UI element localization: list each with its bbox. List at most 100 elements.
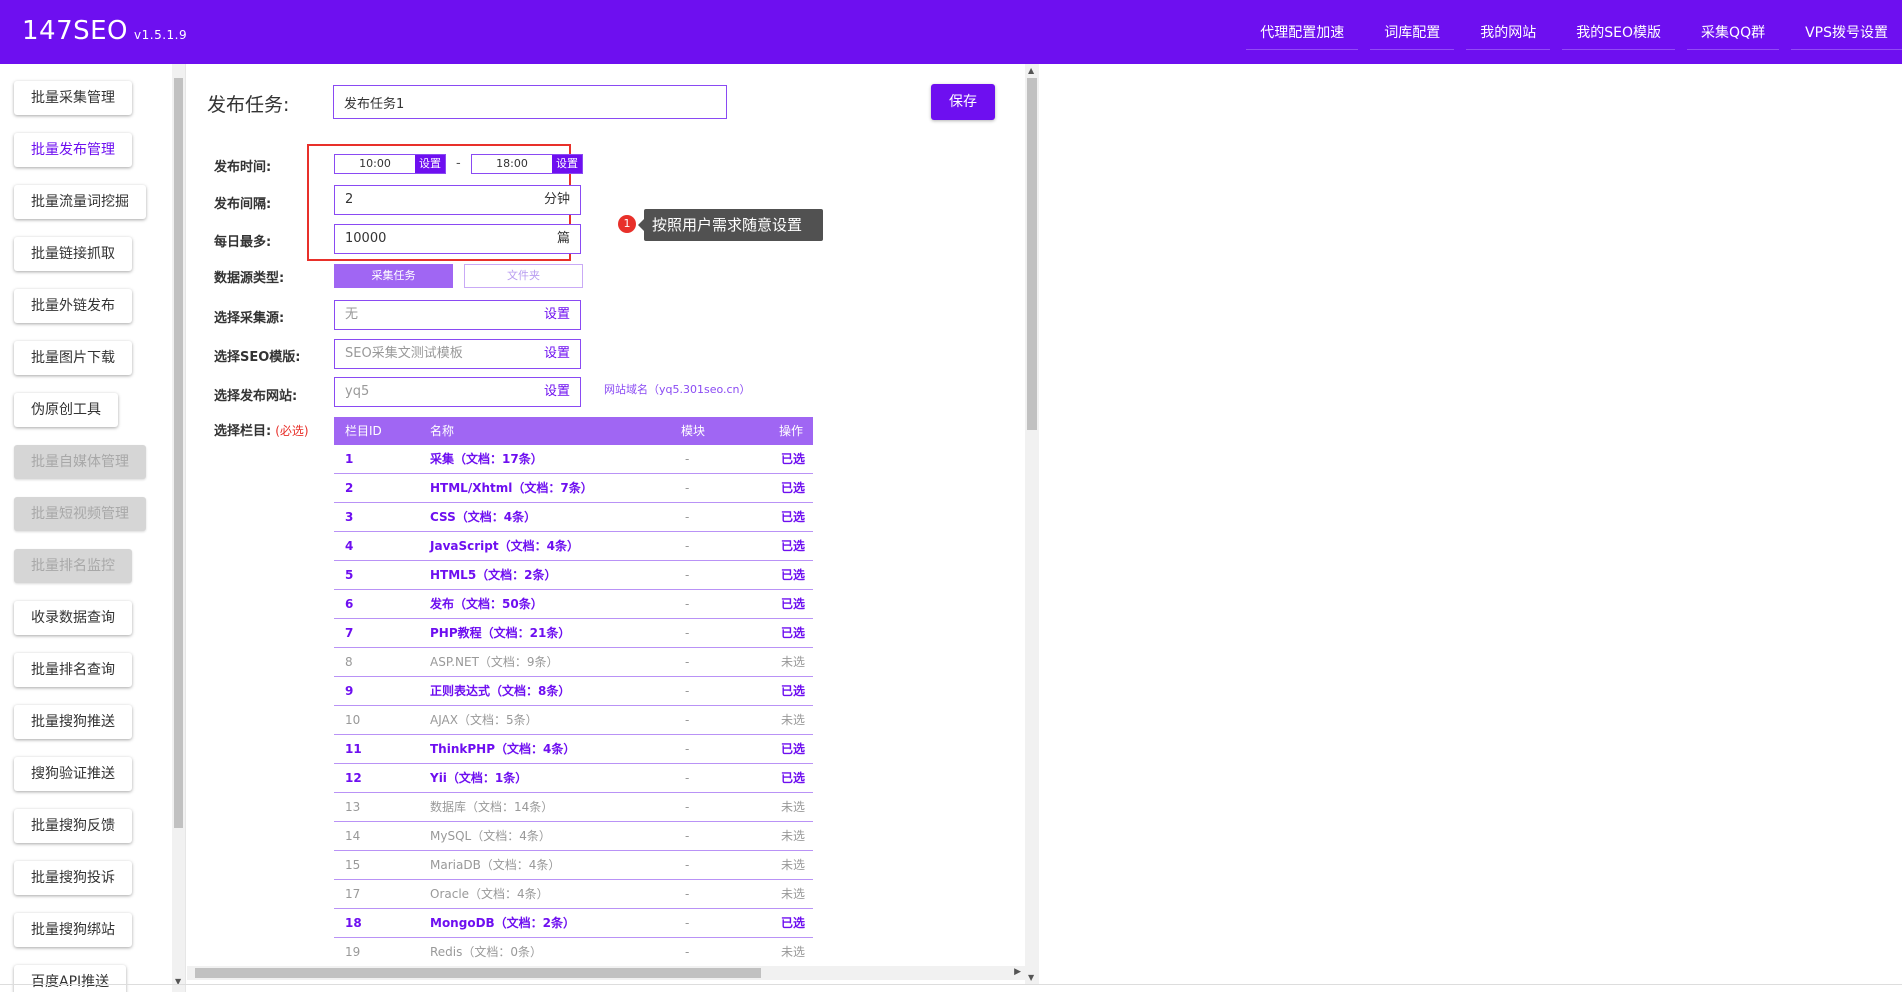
- table-row[interactable]: 13 数据库（文档：14条） - 未选: [334, 793, 813, 822]
- column-select-toggle[interactable]: 已选: [781, 561, 805, 589]
- sidebar-item-sogou-verify-push[interactable]: 搜狗验证推送: [14, 757, 132, 791]
- column-select-toggle[interactable]: 未选: [781, 880, 805, 908]
- table-row[interactable]: 9 正则表达式（文档：8条） - 已选: [334, 677, 813, 706]
- column-select-toggle[interactable]: 已选: [781, 532, 805, 560]
- column-select-toggle[interactable]: 已选: [781, 474, 805, 502]
- sidebar-item-sogou-bind[interactable]: 批量搜狗绑站: [14, 913, 132, 947]
- sidebar-item-rank-query[interactable]: 批量排名查询: [14, 653, 132, 687]
- seo-template-set-link[interactable]: 设置: [544, 340, 570, 368]
- main-vertical-scrollbar[interactable]: ▲ ▼: [1025, 64, 1039, 984]
- table-row[interactable]: 2 HTML/Xhtml（文档：7条） - 已选: [334, 474, 813, 503]
- publish-site-field[interactable]: yq5 设置: [334, 377, 581, 407]
- main-hscroll-thumb[interactable]: [195, 968, 761, 978]
- table-row[interactable]: 19 Redis（文档：0条） - 未选: [334, 938, 813, 967]
- sidebar-item-image-download[interactable]: 批量图片下载: [14, 341, 132, 375]
- scroll-up-icon[interactable]: ▲: [1028, 66, 1034, 75]
- table-row[interactable]: 8 ASP.NET（文档：9条） - 未选: [334, 648, 813, 677]
- column-select-toggle[interactable]: 已选: [781, 503, 805, 531]
- scroll-right-icon[interactable]: ▶: [1014, 967, 1021, 977]
- time-end-set-button[interactable]: 设置: [552, 155, 582, 173]
- sidebar-item-batch-publish[interactable]: 批量发布管理: [14, 133, 132, 167]
- publish-site-set-link[interactable]: 设置: [544, 378, 570, 406]
- table-row[interactable]: 5 HTML5（文档：2条） - 已选: [334, 561, 813, 590]
- column-select-toggle[interactable]: 未选: [781, 851, 805, 879]
- column-select-toggle[interactable]: 已选: [781, 619, 805, 647]
- table-row[interactable]: 17 Oracle（文档：4条） - 未选: [334, 880, 813, 909]
- sidebar-item-sogou-complaint[interactable]: 批量搜狗投诉: [14, 861, 132, 895]
- column-select-toggle[interactable]: 已选: [781, 764, 805, 792]
- publish-site-label: 选择发布网站:: [214, 389, 298, 404]
- datasource-collect-task-button[interactable]: 采集任务: [334, 264, 453, 288]
- nav-qq-group[interactable]: 采集QQ群: [1687, 16, 1780, 50]
- sidebar-item-media-manage[interactable]: 批量自媒体管理: [14, 445, 146, 479]
- column-required-mark: (必选): [275, 424, 309, 438]
- time-start-set-button[interactable]: 设置: [415, 155, 445, 173]
- daily-max-input[interactable]: 10000 篇: [334, 224, 581, 254]
- nav-lexicon-config[interactable]: 词库配置: [1370, 16, 1455, 50]
- column-select-toggle[interactable]: 未选: [781, 822, 805, 850]
- sidebar-item-sogou-push[interactable]: 批量搜狗推送: [14, 705, 132, 739]
- sidebar-item-index-query[interactable]: 收录数据查询: [14, 601, 132, 635]
- scroll-down-icon[interactable]: ▼: [1028, 973, 1034, 982]
- sidebar-item-backlink-publish[interactable]: 批量外链发布: [14, 289, 132, 323]
- nav-proxy-config[interactable]: 代理配置加速: [1246, 16, 1359, 50]
- sidebar-item-pseudo-original[interactable]: 伪原创工具: [14, 393, 118, 427]
- column-name-cell: 采集（文档：17条）: [430, 452, 543, 466]
- nav-my-sites[interactable]: 我的网站: [1466, 16, 1551, 50]
- interval-unit: 分钟: [543, 192, 570, 207]
- site-domain-note: 网站域名（yq5.301seo.cn）: [604, 383, 751, 396]
- column-module-cell: -: [685, 916, 690, 930]
- column-select-toggle[interactable]: 已选: [781, 590, 805, 618]
- time-end-field[interactable]: 18:00 设置: [471, 154, 583, 174]
- column-select-toggle[interactable]: 已选: [781, 677, 805, 705]
- sidebar-scrollbar[interactable]: ▼: [172, 64, 185, 992]
- column-module-cell: -: [685, 742, 690, 756]
- tooltip: 按照用户需求随意设置: [638, 209, 823, 241]
- sidebar-scroll-thumb[interactable]: [174, 78, 183, 828]
- main-vscroll-thumb[interactable]: [1027, 78, 1037, 430]
- save-button[interactable]: 保存: [931, 84, 995, 120]
- nav-my-seo-templates[interactable]: 我的SEO模版: [1562, 16, 1676, 50]
- nav-vps-dial[interactable]: VPS拨号设置: [1791, 16, 1902, 50]
- column-module-cell: -: [685, 945, 690, 959]
- sidebar-item-batch-collect[interactable]: 批量采集管理: [14, 81, 132, 115]
- column-select-toggle[interactable]: 未选: [781, 648, 805, 676]
- sidebar-item-baidu-api-push[interactable]: 百度API推送: [14, 965, 127, 992]
- sidebar-item-link-crawl[interactable]: 批量链接抓取: [14, 237, 132, 271]
- task-name-input[interactable]: [333, 85, 727, 119]
- sidebar-item-video-manage[interactable]: 批量短视频管理: [14, 497, 146, 531]
- collect-source-field[interactable]: 无 设置: [334, 300, 581, 330]
- column-module-cell: -: [685, 771, 690, 785]
- seo-template-label: 选择SEO模版:: [214, 350, 301, 365]
- tooltip-number-badge: 1: [618, 215, 636, 233]
- table-row[interactable]: 12 Yii（文档：1条） - 已选: [334, 764, 813, 793]
- table-row[interactable]: 15 MariaDB（文档：4条） - 未选: [334, 851, 813, 880]
- table-row[interactable]: 3 CSS（文档：4条） - 已选: [334, 503, 813, 532]
- table-row[interactable]: 10 AJAX（文档：5条） - 未选: [334, 706, 813, 735]
- interval-input[interactable]: 2 分钟: [334, 185, 581, 215]
- table-row[interactable]: 7 PHP教程（文档：21条） - 已选: [334, 619, 813, 648]
- collect-source-set-link[interactable]: 设置: [544, 301, 570, 329]
- sidebar-item-rank-monitor[interactable]: 批量排名监控: [14, 549, 132, 583]
- column-select-toggle[interactable]: 已选: [781, 445, 805, 473]
- column-id-cell: 18: [345, 916, 362, 930]
- datasource-folder-button[interactable]: 文件夹: [464, 264, 583, 288]
- column-select-toggle[interactable]: 已选: [781, 909, 805, 937]
- sidebar-item-sogou-feedback[interactable]: 批量搜狗反馈: [14, 809, 132, 843]
- column-id-cell: 3: [345, 510, 354, 524]
- column-select-toggle[interactable]: 未选: [781, 706, 805, 734]
- table-row[interactable]: 11 ThinkPHP（文档：4条） - 已选: [334, 735, 813, 764]
- table-row[interactable]: 1 采集（文档：17条） - 已选: [334, 445, 813, 474]
- column-select-toggle[interactable]: 未选: [781, 793, 805, 821]
- column-name-cell: Oracle（文档：4条）: [430, 887, 549, 901]
- sidebar-item-traffic-keywords[interactable]: 批量流量词挖掘: [14, 185, 146, 219]
- table-row[interactable]: 4 JavaScript（文档：4条） - 已选: [334, 532, 813, 561]
- table-row[interactable]: 6 发布（文档：50条） - 已选: [334, 590, 813, 619]
- column-select-toggle[interactable]: 已选: [781, 735, 805, 763]
- seo-template-field[interactable]: SEO采集文测试模板 设置: [334, 339, 581, 369]
- table-row[interactable]: 18 MongoDB（文档：2条） - 已选: [334, 909, 813, 938]
- time-start-field[interactable]: 10:00 设置: [334, 154, 446, 174]
- main-horizontal-scrollbar[interactable]: ▶: [187, 966, 1025, 980]
- column-select-toggle[interactable]: 未选: [781, 938, 805, 966]
- table-row[interactable]: 14 MySQL（文档：4条） - 未选: [334, 822, 813, 851]
